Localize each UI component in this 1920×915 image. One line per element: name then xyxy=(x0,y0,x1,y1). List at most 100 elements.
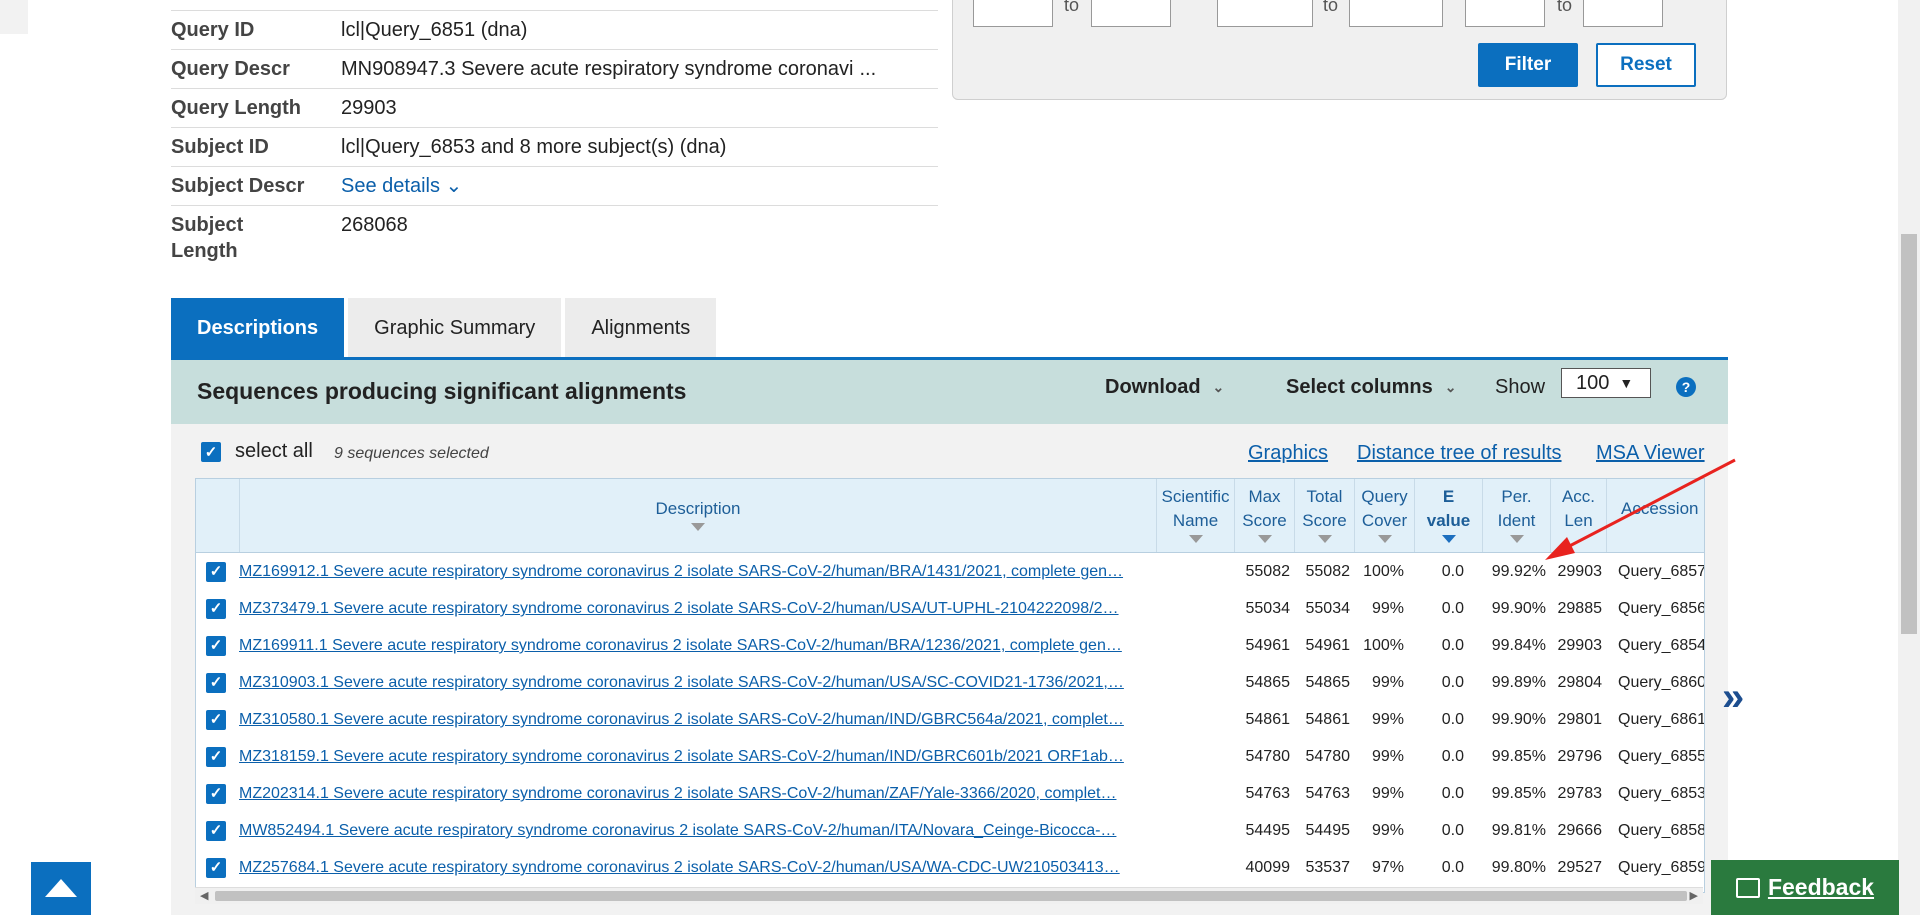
cell-total-score: 55034 xyxy=(1305,600,1351,617)
cell-max-score: 54780 xyxy=(1245,748,1291,765)
cell-query-cover: 99% xyxy=(1371,822,1404,839)
sort-active-icon xyxy=(1441,535,1456,543)
query-descr-text: MN908947.3 Severe acute respiratory synd… xyxy=(341,58,854,80)
cell-accession[interactable]: Query_6861 xyxy=(1618,701,1704,738)
select-columns-dropdown[interactable]: Select columns ⌄ xyxy=(1286,376,1456,399)
reset-button[interactable]: Reset xyxy=(1596,43,1696,87)
filter-min-input-3[interactable] xyxy=(1465,0,1545,27)
cell-accession[interactable]: Query_6855 xyxy=(1618,738,1704,775)
row-checkbox[interactable]: ✓ xyxy=(206,783,226,804)
vertical-scrollbar[interactable] xyxy=(1898,0,1920,915)
row-description-link[interactable]: MZ169912.1 Severe acute respiratory synd… xyxy=(239,553,1151,590)
scroll-to-top-button[interactable] xyxy=(31,862,91,915)
filter-max-input-2[interactable] xyxy=(1349,0,1443,27)
filter-max-input-3[interactable] xyxy=(1583,0,1663,27)
select-all-checkbox[interactable]: ✓ xyxy=(201,441,221,462)
cell-max-score: 40099 xyxy=(1245,859,1291,876)
feedback-button[interactable]: Feedback xyxy=(1711,860,1899,915)
arrow-up-icon xyxy=(45,879,77,897)
tab-alignments[interactable]: Alignments xyxy=(565,298,717,358)
cell-acc-len: 29796 xyxy=(1557,748,1603,765)
header-acc-len[interactable]: Acc. Len xyxy=(1550,479,1606,552)
show-label: Show xyxy=(1495,376,1546,398)
horizontal-scrollbar[interactable]: ◀ ▶ xyxy=(195,887,1703,904)
row-description-link[interactable]: MZ373479.1 Severe acute respiratory synd… xyxy=(239,590,1151,627)
header-description[interactable]: Description xyxy=(239,479,1156,552)
tab-graphic-summary[interactable]: Graphic Summary xyxy=(348,298,562,358)
cell-total-score: 54495 xyxy=(1305,822,1351,839)
header-accession[interactable]: Accession xyxy=(1606,479,1704,552)
select-all[interactable]: ✓ select all xyxy=(201,440,313,463)
subject-id-label: Subject ID xyxy=(171,136,269,158)
row-description-link[interactable]: MZ318159.1 Severe acute respiratory synd… xyxy=(239,738,1151,775)
see-details-link[interactable]: See details ⌄ xyxy=(341,175,462,197)
row-checkbox[interactable]: ✓ xyxy=(206,598,226,619)
cell-query-cover: 99% xyxy=(1371,674,1404,691)
row-description-link[interactable]: MZ202314.1 Severe acute respiratory synd… xyxy=(239,775,1151,812)
feedback-label: Feedback xyxy=(1767,874,1875,900)
row-description-link[interactable]: MW852494.1 Severe acute respiratory synd… xyxy=(239,812,1151,849)
cell-e-value: 0.0 xyxy=(1441,785,1464,802)
show-count-select[interactable]: 100 ▼ xyxy=(1561,368,1651,398)
vertical-scroll-thumb[interactable] xyxy=(1901,234,1917,634)
filter-max-input-1[interactable] xyxy=(1091,0,1171,27)
header-per-ident[interactable]: Per. Ident xyxy=(1482,479,1550,552)
row-checkbox[interactable]: ✓ xyxy=(206,635,226,656)
header-scientific-name[interactable]: Scientific Name xyxy=(1156,479,1234,552)
row-checkbox[interactable]: ✓ xyxy=(206,709,226,730)
row-description-link[interactable]: MZ310903.1 Severe acute respiratory synd… xyxy=(239,664,1151,701)
header-e-value[interactable]: E value xyxy=(1414,479,1482,552)
cell-max-score: 54861 xyxy=(1245,711,1291,728)
tab-descriptions[interactable]: Descriptions xyxy=(171,298,345,358)
row-checkbox-cell: ✓ xyxy=(206,553,232,590)
filter-button[interactable]: Filter xyxy=(1478,43,1578,87)
download-dropdown[interactable]: Download ⌄ xyxy=(1105,376,1224,399)
header-total-score-l2: Score xyxy=(1302,511,1347,530)
row-checkbox[interactable]: ✓ xyxy=(206,820,226,841)
header-per-ident-l2: Ident xyxy=(1497,511,1536,530)
query-descr-more[interactable]: ... xyxy=(859,58,876,80)
filter-min-input-1[interactable] xyxy=(973,0,1053,27)
subject-length-row: Subject Length 268068 xyxy=(171,205,938,270)
graphics-link[interactable]: Graphics xyxy=(1248,442,1328,465)
header-max-score[interactable]: Max Score xyxy=(1234,479,1294,552)
row-description-link[interactable]: MZ257684.1 Severe acute respiratory synd… xyxy=(239,849,1151,886)
cell-accession[interactable]: Query_6853 xyxy=(1618,775,1704,812)
show-count-value: 100 xyxy=(1576,371,1610,394)
query-id-label: Query ID xyxy=(171,19,255,41)
sort-icon xyxy=(1509,535,1524,543)
cell-e-value: 0.0 xyxy=(1441,637,1464,654)
horizontal-scroll-thumb[interactable] xyxy=(215,891,1687,901)
help-icon[interactable]: ? xyxy=(1676,377,1696,397)
distance-tree-link[interactable]: Distance tree of results xyxy=(1357,442,1562,465)
table-row: ✓ MZ373479.1 Severe acute respiratory syn… xyxy=(196,590,1704,627)
cell-accession[interactable]: Query_6856 xyxy=(1618,590,1704,627)
table-row: ✓ MZ310903.1 Severe acute respiratory syn… xyxy=(196,664,1704,701)
cell-accession[interactable]: Query_6854 xyxy=(1618,627,1704,664)
result-tabs: Descriptions Graphic Summary Alignments xyxy=(171,298,720,358)
row-checkbox[interactable]: ✓ xyxy=(206,561,226,582)
row-description-link[interactable]: MZ310580.1 Severe acute respiratory synd… xyxy=(239,701,1151,738)
next-arrows-icon[interactable]: » xyxy=(1722,675,1744,720)
cell-accession[interactable]: Query_6857 xyxy=(1618,553,1704,590)
row-checkbox[interactable]: ✓ xyxy=(206,672,226,693)
scroll-left-icon[interactable]: ◀ xyxy=(200,889,208,902)
cell-accession[interactable]: Query_6858 xyxy=(1618,812,1704,849)
row-checkbox[interactable]: ✓ xyxy=(206,746,226,767)
row-description-link[interactable]: MZ169911.1 Severe acute respiratory synd… xyxy=(239,627,1151,664)
table-row: ✓ MZ318159.1 Severe acute respiratory syn… xyxy=(196,738,1704,775)
filter-min-input-2[interactable] xyxy=(1217,0,1313,27)
msa-viewer-link[interactable]: MSA Viewer xyxy=(1596,442,1705,465)
cell-accession[interactable]: Query_6860 xyxy=(1618,664,1704,701)
header-e-value-l2: value xyxy=(1426,511,1471,530)
row-checkbox-cell: ✓ xyxy=(206,627,232,664)
subject-id-value: lcl|Query_6853 and 8 more subject(s) (dn… xyxy=(341,136,727,158)
cell-accession[interactable]: Query_6859 xyxy=(1618,849,1704,886)
scroll-right-icon[interactable]: ▶ xyxy=(1690,889,1698,902)
table-row: ✓ MZ257684.1 Severe acute respiratory syn… xyxy=(196,849,1704,886)
header-total-score[interactable]: Total Score xyxy=(1294,479,1354,552)
row-checkbox[interactable]: ✓ xyxy=(206,857,226,878)
sort-icon xyxy=(1317,535,1332,543)
header-query-cover[interactable]: Query Cover xyxy=(1354,479,1414,552)
chevron-down-icon: ⌄ xyxy=(1444,379,1457,395)
